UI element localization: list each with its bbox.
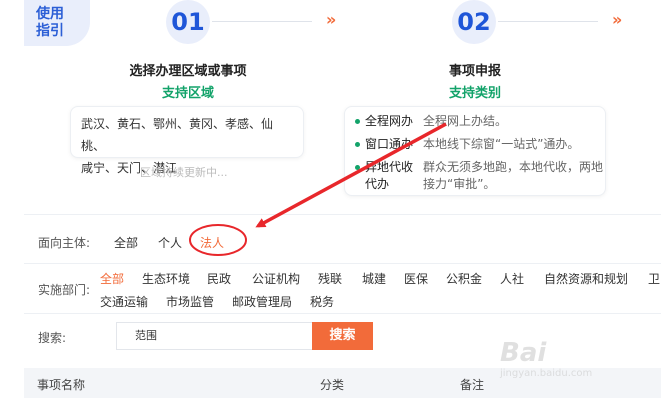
category-name: 异地代收代办 [365, 160, 414, 191]
category-desc: 本地线下综窗“一站式”通办。 [423, 137, 580, 151]
bullet-dot-icon [355, 142, 360, 147]
step-2-divider [498, 21, 598, 22]
category-row: 全程网办 全程网上办结。 [355, 113, 613, 130]
search-input[interactable]: 范围 [116, 322, 312, 350]
step-2-number: 02 [452, 0, 496, 44]
step-1-title: 选择办理区域或事项 [129, 64, 247, 79]
step-1-subtitle: 支持区域 [161, 86, 214, 101]
dept-option[interactable]: 税务 [310, 293, 334, 310]
category-row: 窗口通办 本地线下综窗“一站式”通办。 [355, 136, 613, 153]
regions-line1: 武汉、黄石、鄂州、黄冈、孝感、仙桃、 [81, 117, 274, 153]
guide-badge-line2: 指引 [36, 23, 64, 39]
dept-option[interactable]: 公证机构 [252, 270, 300, 287]
dept-option[interactable]: 交通运输 [100, 293, 148, 310]
category-desc: 群众无须多地跑，本地代收，两地接力“审批”。 [423, 160, 604, 191]
filter-divider [24, 313, 661, 314]
bullet-dot-icon [355, 119, 360, 124]
guide-badge: 使用 指引 [24, 0, 90, 46]
dept-option[interactable]: 全部 [100, 270, 124, 287]
dept-option[interactable]: 自然资源和规划 [544, 270, 628, 287]
step-2-title: 事项申报 [448, 64, 501, 79]
category-desc: 全程网上办结。 [423, 114, 508, 128]
dept-option[interactable]: 生态环境 [142, 270, 190, 287]
step-2-subtitle: 支持类别 [448, 86, 501, 101]
subject-option-legal-entity[interactable]: 法人 [200, 234, 224, 251]
category-name: 全程网办 [365, 114, 414, 128]
step-2-arrow-icon: » [612, 10, 622, 29]
watermark-sub: jingyan.baidu.com [500, 368, 593, 379]
column-header-remark: 备注 [460, 378, 485, 392]
dept-option[interactable]: 人社 [500, 270, 524, 287]
step-1-number: 01 [166, 0, 210, 44]
filter-divider [24, 263, 661, 264]
baidu-watermark: Bai jingyan.baidu.com [500, 338, 650, 398]
categories-card: 全程网办 全程网上办结。 窗口通办 本地线下综窗“一站式”通办。 异地代收代办 … [344, 106, 606, 196]
dept-label: 实施部门: [38, 283, 91, 297]
step-1-divider [212, 21, 312, 22]
search-button[interactable]: 搜索 [312, 322, 373, 350]
dept-option[interactable]: 卫 [648, 270, 660, 287]
dept-option[interactable]: 民政 [207, 270, 231, 287]
dept-option[interactable]: 邮政管理局 [232, 293, 292, 310]
column-header-category: 分类 [320, 378, 345, 392]
category-name: 窗口通办 [365, 137, 414, 151]
regions-card: 武汉、黄石、鄂州、黄冈、孝感、仙桃、 咸宁、天门、潜江 [70, 106, 304, 175]
guide-badge-line1: 使用 [36, 6, 64, 22]
category-row: 异地代收代办 群众无须多地跑，本地代收，两地接力“审批”。 [355, 159, 613, 193]
dept-option[interactable]: 医保 [404, 270, 428, 287]
bullet-dot-icon [355, 165, 360, 170]
dept-option[interactable]: 公积金 [446, 270, 482, 287]
regions-note: 区域持续更新中... [140, 166, 228, 179]
subject-option-personal[interactable]: 个人 [158, 234, 182, 251]
dept-option[interactable]: 市场监管 [166, 293, 214, 310]
column-header-name: 事项名称 [37, 378, 86, 392]
dept-option[interactable]: 城建 [362, 270, 386, 287]
dept-option[interactable]: 残联 [318, 270, 342, 287]
step-1-arrow-icon: » [326, 10, 336, 29]
watermark-text: Bai [500, 338, 547, 368]
subject-label: 面向主体: [38, 236, 91, 250]
subject-option-all[interactable]: 全部 [114, 234, 138, 251]
search-label: 搜索: [38, 331, 67, 345]
